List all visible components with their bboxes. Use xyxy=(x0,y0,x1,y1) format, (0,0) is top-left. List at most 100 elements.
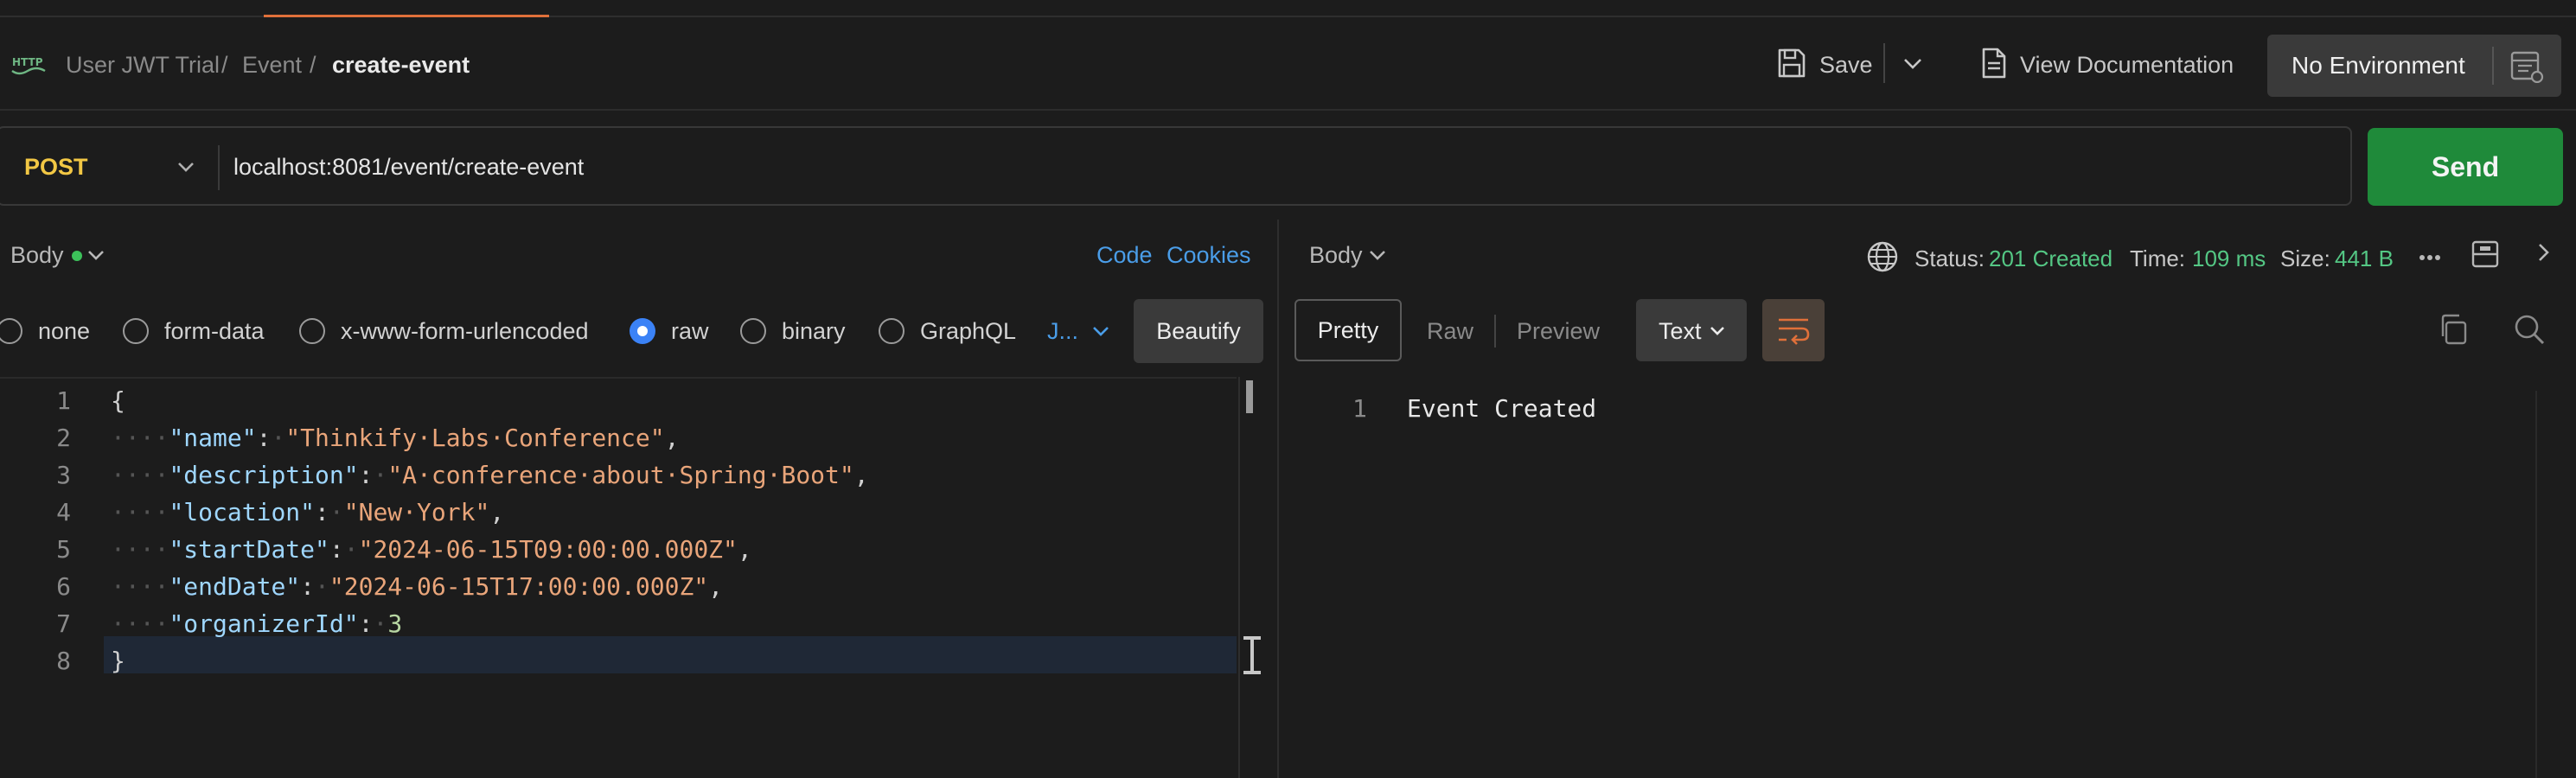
indent-guide: ···· xyxy=(111,609,169,638)
breadcrumb-separator: / xyxy=(221,52,228,78)
radio-label-x-www-form-urlencoded[interactable]: x-www-form-urlencoded xyxy=(341,318,589,345)
view-divider xyxy=(1494,315,1496,348)
layout-toggle-icon[interactable] xyxy=(2470,239,2501,270)
request-url-bar: POST localhost:8081/event/create-event xyxy=(0,126,2352,206)
view-documentation-button[interactable]: View Documentation xyxy=(2020,52,2234,79)
environment-label: No Environment xyxy=(2292,52,2465,79)
save-icon[interactable] xyxy=(1776,47,1807,80)
line-number: 6 xyxy=(56,572,71,601)
size-value[interactable]: 441 B xyxy=(2335,246,2394,272)
radio-label-form-data[interactable]: form-data xyxy=(164,318,265,345)
code-line: ····"location":·"New·York", xyxy=(111,494,869,531)
pane-divider[interactable] xyxy=(1277,220,1279,778)
radio-x-www-form-urlencoded[interactable] xyxy=(299,318,325,344)
response-scrollbar[interactable] xyxy=(2535,391,2537,778)
breadcrumb-folder[interactable]: Event xyxy=(242,52,302,79)
json-number: 3 xyxy=(387,609,403,638)
line-number: 7 xyxy=(56,609,71,638)
editor-scroll-thumb[interactable] xyxy=(1246,380,1253,413)
json-string: "New·York" xyxy=(343,498,490,526)
json-string: "2024-06-15T09:00:00.000Z" xyxy=(358,535,738,564)
space-dot: · xyxy=(315,572,329,601)
view-pretty-tab[interactable]: Pretty xyxy=(1294,299,1402,361)
environment-settings-icon[interactable] xyxy=(2509,50,2544,83)
radio-label-binary[interactable]: binary xyxy=(782,318,846,345)
line-number: 5 xyxy=(56,535,71,564)
breadcrumb-current-request: create-event xyxy=(332,52,470,78)
indent-guide: ···· xyxy=(111,461,169,489)
request-body-tab[interactable]: Body xyxy=(10,242,64,269)
copy-icon[interactable] xyxy=(2437,313,2470,346)
raw-format-select[interactable]: J... xyxy=(1047,318,1078,345)
code-line: ····"endDate":·"2024-06-15T17:00:00.000Z… xyxy=(111,568,869,605)
body-active-dot xyxy=(72,251,82,261)
save-button[interactable]: Save xyxy=(1819,52,1873,79)
code-line: ····"name":·"Thinkify·Labs·Conference", xyxy=(111,419,869,456)
code-line: { xyxy=(111,382,869,419)
radio-binary[interactable] xyxy=(740,318,766,344)
code-link[interactable]: Code xyxy=(1096,242,1153,269)
json-colon: : xyxy=(358,461,374,489)
json-string: "2024-06-15T17:00:00.000Z" xyxy=(329,572,709,601)
radio-label-none[interactable]: none xyxy=(38,318,90,345)
response-body-tab[interactable]: Body xyxy=(1309,242,1363,269)
search-icon[interactable] xyxy=(2513,313,2546,346)
radio-form-data[interactable] xyxy=(123,318,149,344)
json-key: "startDate" xyxy=(169,535,329,564)
breadcrumb-collection[interactable]: User JWT Trial xyxy=(66,52,220,79)
chevron-down-icon[interactable] xyxy=(1902,57,1923,71)
http-icon: HTTP xyxy=(10,50,47,80)
code-line: ····"organizerId":·3 xyxy=(111,605,869,642)
time-value[interactable]: 109 ms xyxy=(2192,246,2266,272)
response-body-text: Event Created xyxy=(1407,394,1597,423)
radio-none[interactable] xyxy=(0,318,22,344)
json-comma: , xyxy=(853,461,869,489)
line-number: 3 xyxy=(56,461,71,489)
chevron-down-icon[interactable] xyxy=(176,161,195,173)
json-colon: : xyxy=(329,535,344,564)
radio-label-graphql[interactable]: GraphQL xyxy=(920,318,1016,345)
url-input[interactable]: localhost:8081/event/create-event xyxy=(233,154,584,181)
radio-graphql[interactable] xyxy=(879,318,904,344)
indent-guide: ···· xyxy=(111,498,169,526)
json-brace-close: } xyxy=(111,647,125,675)
view-raw-tab[interactable]: Raw xyxy=(1427,318,1473,345)
breadcrumb-separator: / xyxy=(310,52,316,78)
status-value[interactable]: 201 Created xyxy=(1989,246,2113,272)
http-method-select[interactable]: POST xyxy=(24,154,88,181)
environment-selector[interactable]: No Environment xyxy=(2267,35,2561,97)
line-number: 4 xyxy=(56,498,71,526)
wrap-lines-button[interactable] xyxy=(1762,299,1825,361)
cookies-link[interactable]: Cookies xyxy=(1167,242,1251,269)
editor-scrollbar[interactable] xyxy=(1238,377,1252,778)
svg-text:HTTP: HTTP xyxy=(12,56,43,68)
chevron-right-icon[interactable] xyxy=(2537,242,2551,263)
chevron-down-icon[interactable] xyxy=(86,249,105,261)
code-line: ····"startDate":·"2024-06-15T09:00:00.00… xyxy=(111,531,869,568)
response-format-label: Text xyxy=(1659,318,1702,344)
response-format-select[interactable]: Text xyxy=(1636,299,1747,361)
radio-raw[interactable] xyxy=(630,318,655,344)
url-divider xyxy=(218,145,220,190)
request-body-editor[interactable]: 1 2 3 4 5 6 7 8 { ····"name":·"Thinkify·… xyxy=(0,377,1237,778)
space-dot: · xyxy=(343,535,359,564)
globe-icon[interactable] xyxy=(1866,240,1899,273)
json-comma: , xyxy=(708,572,724,601)
json-colon: : xyxy=(256,424,272,452)
text-cursor-icon xyxy=(1242,636,1262,674)
space-dot: · xyxy=(271,424,286,452)
json-colon: : xyxy=(315,498,329,526)
document-icon[interactable] xyxy=(1980,47,2008,80)
chevron-down-icon[interactable] xyxy=(1091,325,1110,337)
send-button[interactable]: Send xyxy=(2368,128,2563,206)
chevron-down-icon[interactable] xyxy=(1368,249,1387,261)
response-line-number: 1 xyxy=(1352,394,1367,423)
time-label: Time: xyxy=(2130,246,2186,271)
view-preview-tab[interactable]: Preview xyxy=(1517,318,1600,345)
json-colon: : xyxy=(358,609,374,638)
radio-label-raw[interactable]: raw xyxy=(671,318,709,345)
line-number: 1 xyxy=(56,386,71,415)
beautify-button[interactable]: Beautify xyxy=(1134,299,1263,363)
wrap-lines-icon xyxy=(1776,315,1811,346)
more-options-icon[interactable] xyxy=(2419,254,2441,261)
